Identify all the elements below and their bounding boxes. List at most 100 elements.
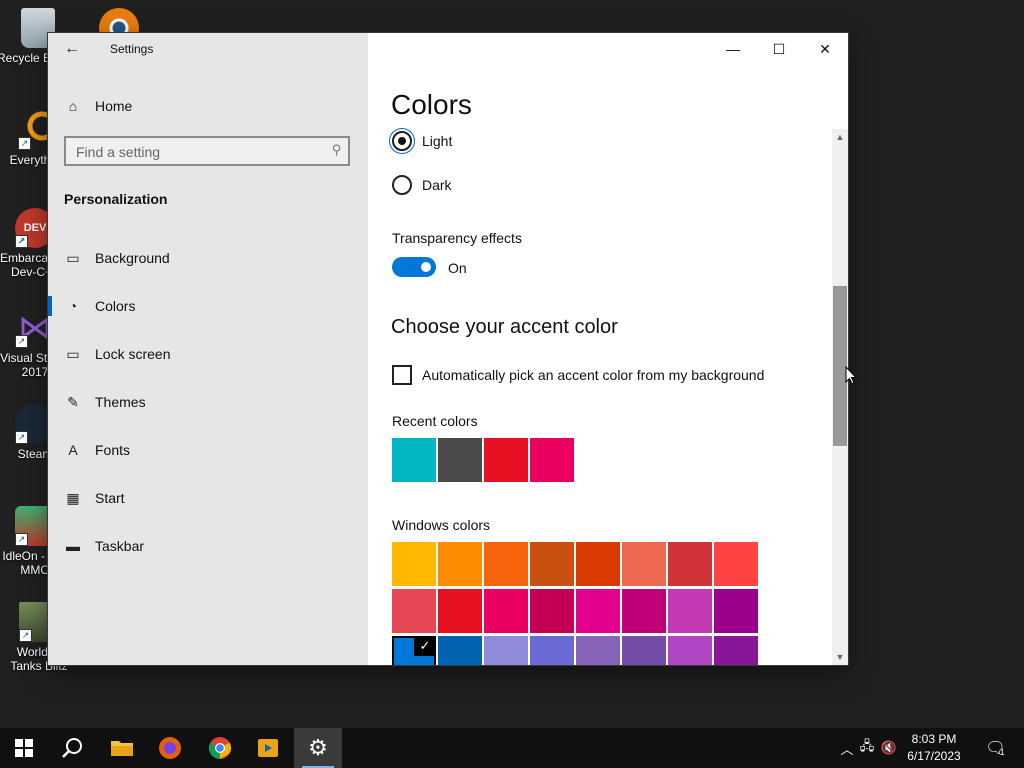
- recent-colors-row: [392, 438, 576, 482]
- maximize-icon: ☐: [772, 40, 786, 57]
- checkbox-box[interactable]: [392, 365, 412, 385]
- section-heading: Personalization: [64, 191, 168, 207]
- settings-button[interactable]: ⚙: [294, 728, 342, 768]
- windows-logo-icon: [15, 739, 33, 757]
- nav-item-label: Start: [95, 490, 125, 506]
- radio-dark[interactable]: Dark: [392, 175, 452, 195]
- shortcut-arrow-icon: ↗: [15, 235, 28, 248]
- back-arrow-icon: ←: [64, 40, 80, 57]
- scroll-up-icon[interactable]: ▲: [832, 129, 848, 145]
- color-swatch[interactable]: [714, 589, 758, 633]
- color-swatch[interactable]: [668, 636, 712, 665]
- color-swatch[interactable]: [668, 542, 712, 586]
- page-title: Colors: [391, 89, 472, 120]
- shortcut-arrow-icon: ↗: [15, 335, 28, 348]
- chevron-up-icon[interactable]: ︿: [838, 739, 856, 758]
- nav-item-label: Lock screen: [95, 346, 171, 362]
- auto-pick-checkbox[interactable]: Automatically pick an accent color from …: [392, 365, 764, 385]
- network-icon[interactable]: 🖧: [856, 737, 878, 759]
- color-swatch[interactable]: [438, 636, 482, 665]
- color-swatch[interactable]: [392, 438, 436, 482]
- nav-item-lock-screen[interactable]: ▭ Lock screen: [48, 334, 368, 374]
- color-swatch[interactable]: [484, 589, 528, 633]
- radio-button[interactable]: [392, 175, 412, 195]
- search-box[interactable]: ⚲: [64, 136, 350, 166]
- shortcut-arrow-icon: ↗: [19, 629, 32, 642]
- color-swatch[interactable]: [530, 589, 574, 633]
- radio-light[interactable]: Light: [392, 131, 452, 151]
- color-swatch[interactable]: [714, 636, 758, 665]
- file-explorer-button[interactable]: [98, 728, 146, 768]
- color-swatch[interactable]: [392, 589, 436, 633]
- home-icon: ⌂: [68, 98, 78, 114]
- themes-icon: ✎: [67, 393, 79, 410]
- scroll-down-icon[interactable]: ▼: [832, 649, 848, 665]
- clock-date: 6/17/2023: [907, 749, 961, 763]
- color-swatch[interactable]: [438, 542, 482, 586]
- shortcut-arrow-icon: ↗: [15, 431, 28, 444]
- nav-item-start[interactable]: ▦ Start: [48, 478, 368, 518]
- minimize-icon: —: [726, 41, 740, 57]
- close-button[interactable]: ✕: [802, 33, 848, 65]
- transparency-label: Transparency effects: [392, 230, 522, 246]
- search-input[interactable]: [66, 138, 318, 166]
- nav-item-taskbar[interactable]: ▬ Taskbar: [48, 526, 368, 566]
- color-swatch[interactable]: [530, 636, 574, 665]
- nav-home[interactable]: ⌂ Home: [48, 86, 368, 126]
- nav-item-fonts[interactable]: A Fonts: [48, 430, 368, 470]
- system-tray: ︿ 🖧 🔇: [838, 728, 900, 768]
- color-swatch[interactable]: [438, 589, 482, 633]
- clock[interactable]: 8:03 PM 6/17/2023: [902, 731, 966, 765]
- back-button[interactable]: ←: [58, 37, 86, 61]
- chrome-button[interactable]: [196, 728, 244, 768]
- notification-button[interactable]: 🗨 1: [980, 728, 1010, 768]
- windows-colors-row: [392, 542, 760, 589]
- search-button[interactable]: [48, 728, 96, 768]
- color-swatch[interactable]: [392, 636, 436, 665]
- color-swatch[interactable]: [576, 589, 620, 633]
- color-swatch[interactable]: [484, 636, 528, 665]
- color-swatch[interactable]: [668, 589, 712, 633]
- taskbar-icon: ▬: [66, 538, 80, 554]
- maximize-button[interactable]: ☐: [756, 33, 802, 65]
- nav-item-label: Taskbar: [95, 538, 145, 554]
- start-button[interactable]: [0, 728, 48, 768]
- color-swatch[interactable]: [484, 542, 528, 586]
- radio-label: Light: [422, 133, 453, 149]
- color-swatch[interactable]: [530, 542, 574, 586]
- color-swatch[interactable]: [622, 589, 666, 633]
- fonts-icon: A: [68, 442, 78, 458]
- radio-label: Dark: [422, 177, 452, 193]
- color-swatch[interactable]: [576, 542, 620, 586]
- color-swatch[interactable]: [392, 542, 436, 586]
- nav-item-colors[interactable]: ◔ Colors: [48, 286, 368, 326]
- color-swatch[interactable]: [438, 438, 482, 482]
- nav-item-background[interactable]: ▭ Background: [48, 238, 368, 278]
- firefox-button[interactable]: [146, 728, 194, 768]
- color-swatch[interactable]: [576, 636, 620, 665]
- color-swatch[interactable]: [622, 542, 666, 586]
- transparency-toggle[interactable]: [392, 257, 436, 277]
- media-player-button[interactable]: [244, 728, 292, 768]
- color-swatch[interactable]: [530, 438, 574, 482]
- minimize-button[interactable]: —: [710, 33, 756, 65]
- toggle-knob: [421, 262, 431, 272]
- palette-icon: ◔: [68, 298, 78, 314]
- shortcut-arrow-icon: ↗: [15, 533, 28, 546]
- shortcut-arrow-icon: ↗: [18, 137, 31, 150]
- volume-muted-icon[interactable]: 🔇: [878, 740, 900, 756]
- color-swatch[interactable]: [622, 636, 666, 665]
- windows-colors-row: [392, 589, 760, 636]
- nav-item-label: Background: [95, 250, 170, 266]
- search-icon: [62, 738, 82, 758]
- taskbar: ⚙ ︿ 🖧 🔇 8:03 PM 6/17/2023 🗨 1: [0, 728, 1024, 768]
- settings-content: — ☐ ✕ Colors Light Dark Transparency eff…: [368, 33, 848, 665]
- nav-item-themes[interactable]: ✎ Themes: [48, 382, 368, 422]
- start-icon: ▦: [66, 489, 80, 506]
- scrollbar[interactable]: ▲ ▼: [832, 129, 848, 665]
- nav-item-label: Themes: [95, 394, 146, 410]
- color-swatch[interactable]: [714, 542, 758, 586]
- picture-icon: ▭: [66, 249, 80, 266]
- color-swatch[interactable]: [484, 438, 528, 482]
- radio-button-selected[interactable]: [392, 131, 412, 151]
